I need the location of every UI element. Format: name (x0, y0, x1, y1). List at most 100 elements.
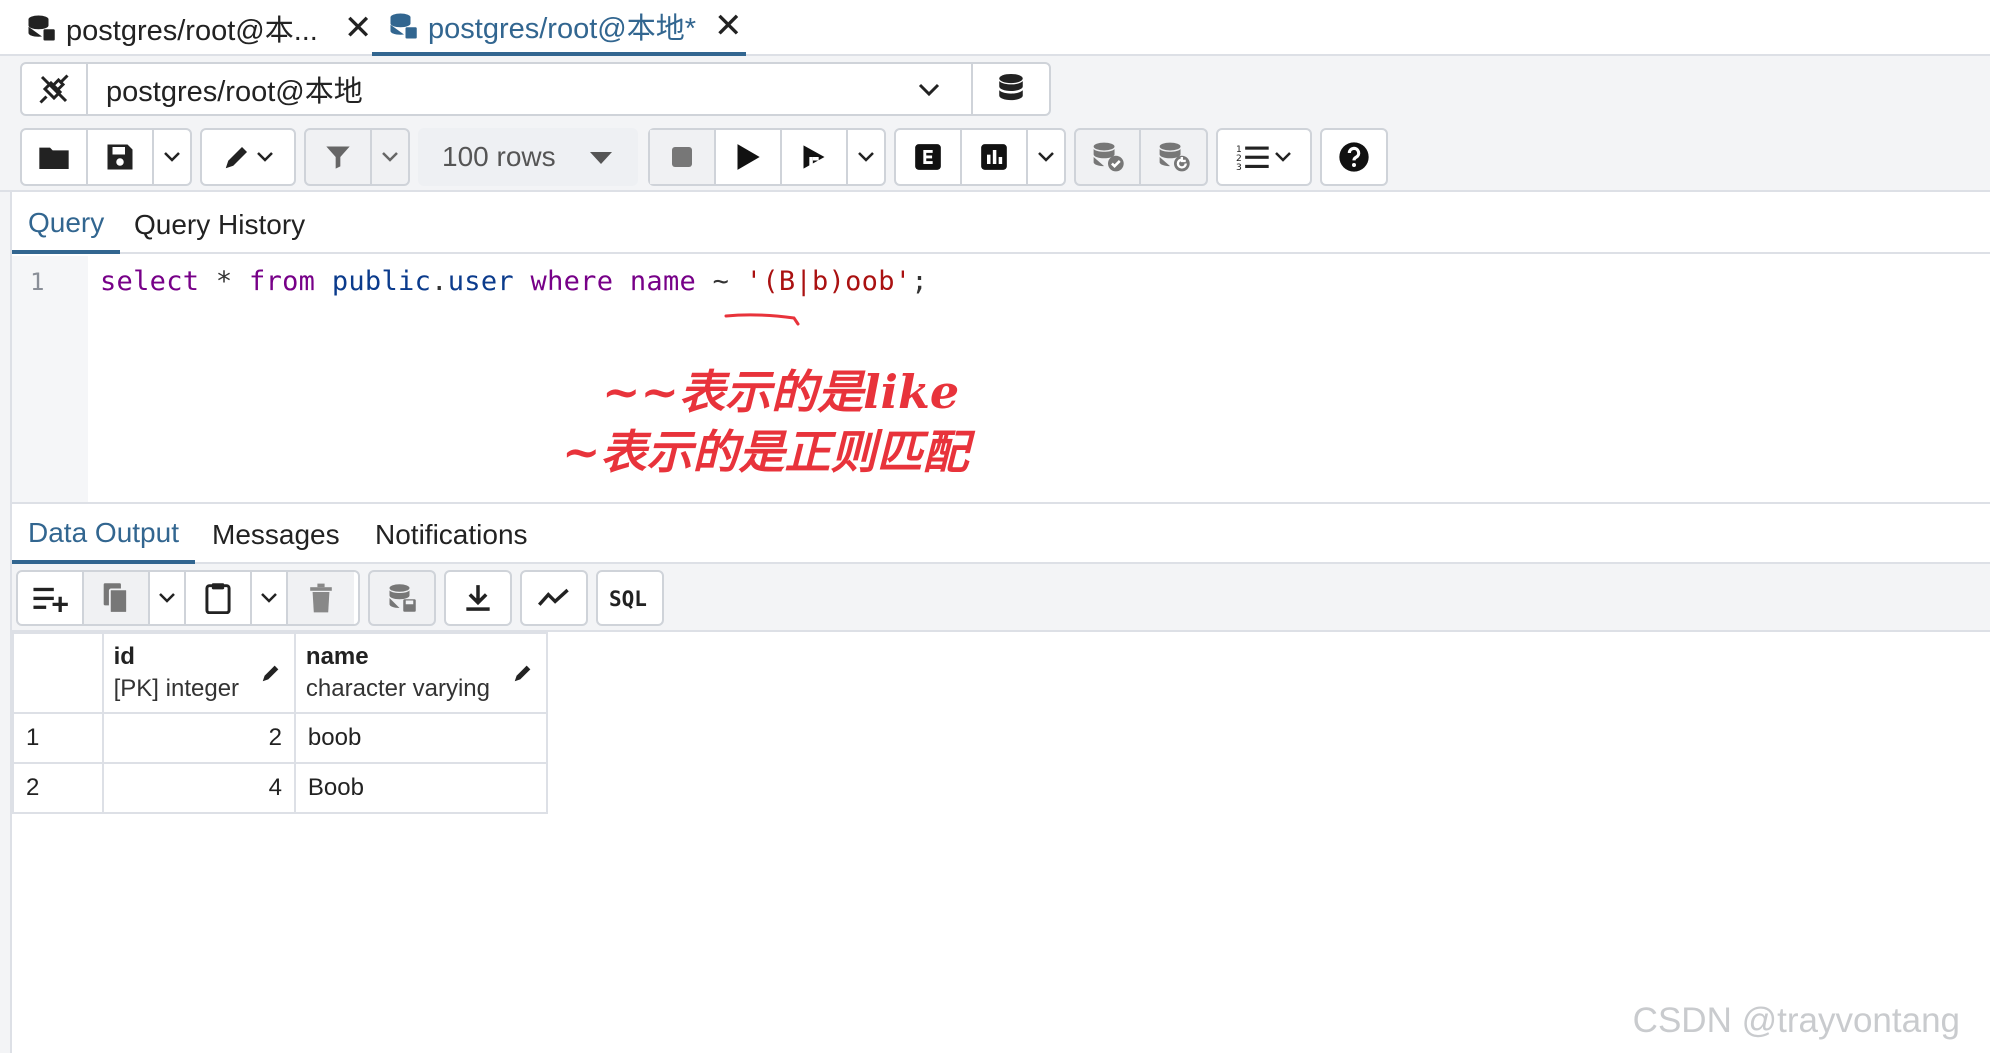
svg-text:SQL: SQL (609, 587, 647, 611)
database-icon (999, 73, 1023, 101)
open-file-button[interactable] (22, 130, 88, 184)
play-script-icon (803, 145, 825, 169)
chevron-down-icon (858, 152, 874, 162)
stop-icon (672, 147, 692, 167)
save-data-icon (389, 584, 416, 612)
caret-down-icon (590, 152, 612, 164)
row-number[interactable]: 2 (12, 762, 104, 814)
save-data-button[interactable] (370, 572, 434, 624)
tab-query-history[interactable]: Query History (134, 196, 305, 254)
clipboard-icon (205, 583, 231, 614)
annotation-line-2: ~表示的是正则匹配 (562, 425, 969, 479)
sql-code-line[interactable]: select * from public.user where name ~ '… (100, 266, 928, 297)
cell-id[interactable]: 4 (101, 762, 296, 814)
edit-column-icon[interactable] (260, 662, 282, 691)
execute-button[interactable] (716, 130, 782, 184)
chevron-down-icon (382, 152, 398, 162)
rollback-icon (1159, 142, 1190, 172)
tab-query[interactable]: Query (12, 196, 121, 254)
query-tab-bar: Query Query History (12, 196, 1990, 254)
sql-keyword: select (100, 266, 200, 297)
close-icon[interactable]: ✕ (714, 9, 743, 43)
save-options-dropdown[interactable] (154, 130, 190, 184)
annotation-line-1: ~~表示的是like (602, 365, 960, 419)
cell-name[interactable]: boob (293, 712, 549, 764)
table-row[interactable]: 2 4 Boob (12, 762, 549, 814)
editor-tab-2[interactable]: postgres/root@本地* ✕ (372, 0, 746, 56)
connection-dropdown[interactable]: postgres/root@本地 (88, 64, 973, 114)
connection-label: postgres/root@本地 (106, 76, 363, 108)
explain-analyze-button[interactable] (962, 130, 1028, 184)
paste-button[interactable] (186, 572, 252, 624)
column-type: [PK] integer (113, 675, 240, 702)
explain-options-dropdown[interactable] (1028, 130, 1064, 184)
add-row-button[interactable] (18, 572, 84, 624)
rows-limit-select[interactable]: 100 rows (418, 128, 638, 186)
execute-group (648, 128, 886, 186)
help-button[interactable] (1322, 130, 1386, 184)
execute-options-dropdown[interactable] (848, 130, 884, 184)
table-row[interactable]: 1 2 boob (12, 712, 549, 764)
transaction-group (1074, 128, 1208, 186)
close-icon[interactable]: ✕ (344, 11, 373, 45)
tab-label: Messages (212, 519, 340, 550)
folder-icon (39, 147, 69, 169)
edit-group (200, 128, 296, 186)
filter-button[interactable] (306, 130, 372, 184)
tab-data-output[interactable]: Data Output (12, 506, 195, 564)
save-button[interactable] (88, 130, 154, 184)
connection-bar: postgres/root@本地 (0, 56, 1990, 122)
connection-status-icon[interactable] (22, 64, 88, 114)
filter-icon (326, 146, 350, 169)
copy-options-dropdown[interactable] (150, 572, 186, 624)
line-number: 1 (30, 268, 45, 296)
column-header-name[interactable]: name character varying (293, 632, 549, 714)
column-header-id[interactable]: id [PK] integer (101, 632, 296, 714)
rollback-button[interactable] (1141, 130, 1206, 184)
sql-editor[interactable]: 1 select * from public.user where name ~… (12, 256, 1990, 504)
tab-label: Data Output (28, 517, 179, 548)
cell-name[interactable]: Boob (293, 762, 549, 814)
sql-dot: . (431, 266, 448, 297)
play-icon (737, 144, 760, 170)
database-icon (388, 11, 418, 41)
graph-visualiser-button[interactable] (522, 572, 586, 624)
column-name: name (305, 643, 369, 670)
help-group (1320, 128, 1388, 186)
filter-dropdown[interactable] (372, 130, 408, 184)
commit-button[interactable] (1076, 130, 1142, 184)
editor-tab-label: postgres/root@本地* (428, 13, 696, 45)
annotation-underline (724, 313, 800, 326)
stop-button[interactable] (650, 130, 716, 184)
row-number[interactable]: 1 (12, 712, 104, 764)
output-tab-bar: Data Output Messages Notifications (12, 506, 1990, 564)
sql-button[interactable]: SQL (598, 572, 662, 624)
paste-options-dropdown[interactable] (252, 572, 288, 624)
sql-string: '(B|b)oob' (745, 266, 912, 297)
new-connection-button[interactable] (973, 64, 1049, 114)
editor-tab-1[interactable]: postgres/root@本... ✕ (26, 0, 372, 56)
macros-button[interactable]: 123 (1218, 130, 1310, 184)
sql-star: * (199, 266, 250, 297)
database-icon (26, 13, 56, 43)
chevron-down-icon (917, 73, 941, 106)
row-number-header[interactable] (12, 632, 104, 714)
delete-row-button[interactable] (288, 572, 354, 624)
download-button[interactable] (446, 572, 510, 624)
edit-button[interactable] (202, 130, 294, 184)
execute-script-button[interactable] (782, 130, 848, 184)
connection-selector: postgres/root@本地 (20, 62, 1051, 116)
cell-id[interactable]: 2 (101, 712, 296, 764)
macros-group: 123 (1216, 128, 1312, 186)
sql-icon: SQL (609, 587, 647, 611)
edit-column-icon[interactable] (512, 662, 534, 691)
rows-limit-value: 100 rows (442, 141, 556, 172)
sql-keyword: where (530, 266, 614, 297)
explain-button[interactable] (896, 130, 962, 184)
tab-messages[interactable]: Messages (212, 506, 340, 564)
tab-label: Query History (134, 209, 306, 240)
sql-keyword: from (249, 266, 316, 297)
copy-button[interactable] (84, 572, 150, 624)
watermark: CSDN @trayvontang (1632, 1001, 1960, 1040)
tab-notifications[interactable]: Notifications (375, 506, 528, 564)
